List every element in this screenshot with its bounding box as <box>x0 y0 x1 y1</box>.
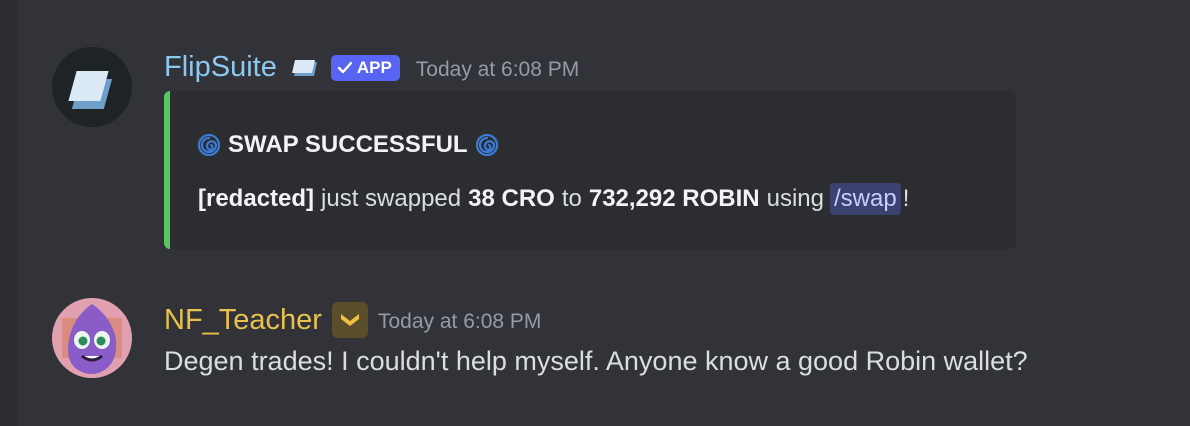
embed-description: [redacted] just swapped 38 CRO to 732,29… <box>198 183 909 215</box>
username-nf-teacher[interactable]: NF_Teacher <box>164 304 322 337</box>
cyclone-icon <box>198 134 220 156</box>
embed-text: to <box>561 185 582 212</box>
timestamp[interactable]: Today at 6:08 PM <box>378 310 541 334</box>
embed-text: using <box>766 185 824 212</box>
embed-amount-from: 38 CRO <box>468 185 555 212</box>
checkmark-icon <box>337 61 353 73</box>
channel-left-edge <box>0 0 18 426</box>
slash-command-mention[interactable]: /swap <box>829 183 901 215</box>
message-content: Degen trades! I couldn't help myself. An… <box>164 346 1028 376</box>
avatar-nf-teacher[interactable] <box>52 298 132 378</box>
timestamp[interactable]: Today at 6:08 PM <box>416 58 579 82</box>
embed-amount-to: 732,292 ROBIN <box>588 185 760 212</box>
message-header: FlipSuite APP Today at 6:08 PM <box>164 51 579 84</box>
embed-user: [redacted] <box>198 185 315 212</box>
app-badge: APP <box>330 54 400 81</box>
username-flipsuite[interactable]: FlipSuite <box>164 51 277 84</box>
server-tag-icon <box>289 57 319 79</box>
embed-title-text: SWAP SUCCESSFUL <box>228 131 468 158</box>
embed-text: just swapped <box>321 185 462 212</box>
cyclone-icon <box>475 134 498 156</box>
embed-text: ! <box>902 185 910 212</box>
nf-teacher-avatar-icon <box>52 298 132 378</box>
embed-title: SWAP SUCCESSFUL <box>198 131 498 159</box>
avatar-flipsuite[interactable] <box>52 47 132 127</box>
app-badge-label: APP <box>356 57 392 77</box>
message-header: NF_Teacher Today at 6:08 PM <box>164 302 541 338</box>
role-chevron-icon <box>331 302 368 338</box>
flipsuite-logo-icon <box>52 47 132 127</box>
embed-card: SWAP SUCCESSFUL [redacted] just swapped … <box>164 91 1016 249</box>
